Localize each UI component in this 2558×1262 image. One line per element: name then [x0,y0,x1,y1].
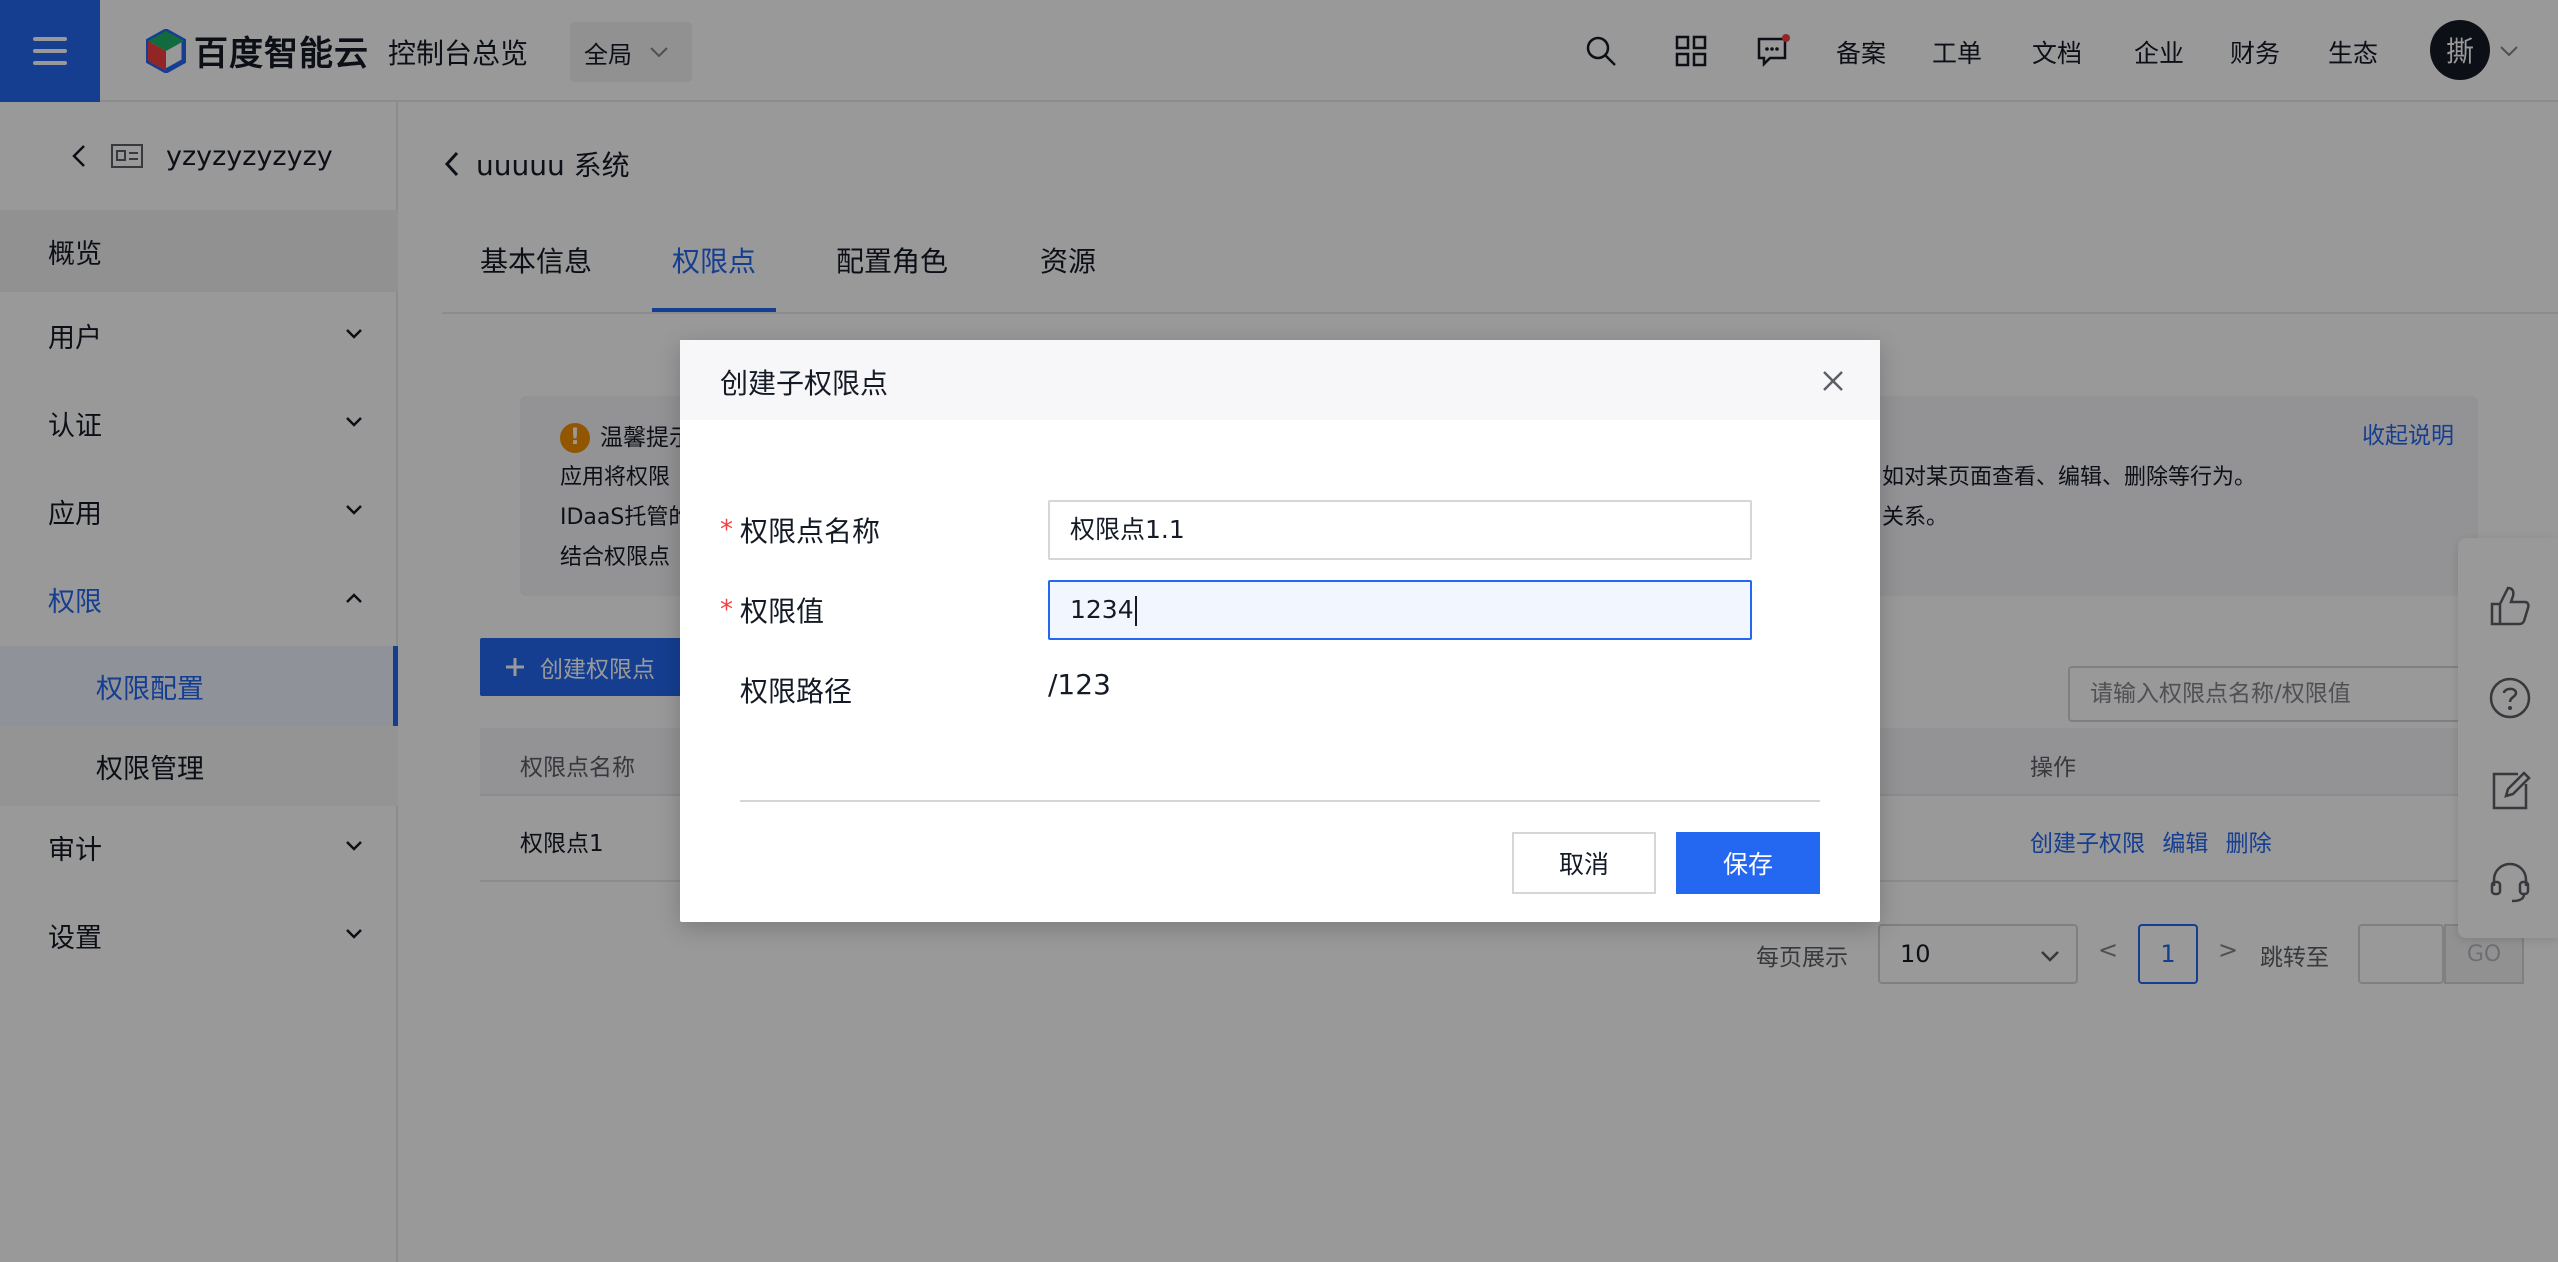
permission-value-input[interactable]: 1234 [1048,580,1752,640]
label-text: 权限点名称 [740,515,881,548]
dialog-header: 创建子权限点 [680,340,1880,420]
permission-name-input[interactable]: 权限点1.1 [1048,500,1752,560]
required-marker: * [720,515,733,545]
permission-name-label: * 权限点名称 [720,510,880,550]
text-cursor [1134,596,1137,626]
create-child-permission-dialog: 创建子权限点 * 权限点名称 权限点1.1 * 权限值 1234 * 权限路径 … [680,340,1880,922]
required-marker-spacer: * [720,675,732,705]
permission-path-label: * 权限路径 [720,670,852,710]
input-value: 1234 [1070,595,1134,624]
input-value: 权限点1.1 [1070,515,1185,544]
permission-path-value: /123 [1048,668,1111,701]
permission-value-label: * 权限值 [720,590,824,630]
cancel-button[interactable]: 取消 [1512,832,1656,894]
label-text: 权限值 [740,595,825,628]
close-icon[interactable] [1820,368,1846,394]
dialog-divider [740,800,1820,802]
required-marker: * [720,595,733,625]
dialog-title: 创建子权限点 [720,367,889,400]
label-text: 权限路径 [740,675,853,708]
save-button[interactable]: 保存 [1676,832,1820,894]
